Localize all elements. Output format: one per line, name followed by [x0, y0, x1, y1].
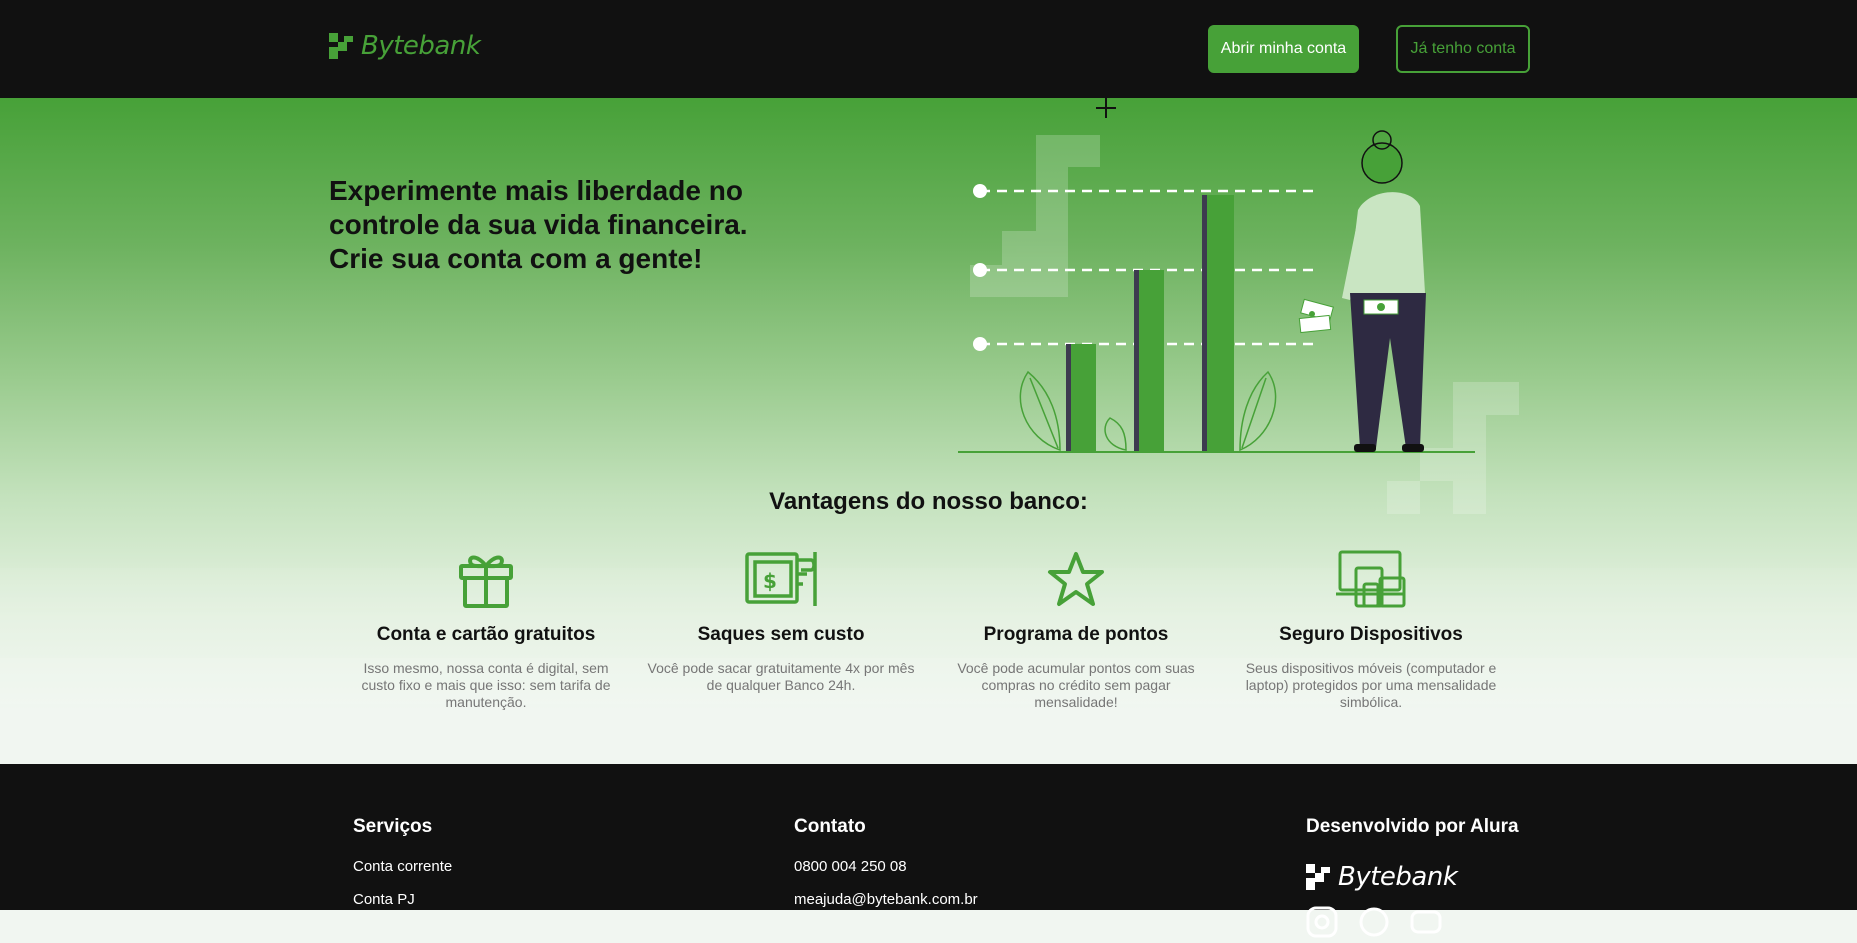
gift-icon: [459, 555, 513, 608]
feature-card-device-insurance: Seguro Dispositivos Seus dispositivos mó…: [1231, 548, 1511, 711]
site-footer: Serviços Conta corrente Conta PJ Contato…: [0, 764, 1857, 938]
star-icon: [1048, 552, 1104, 606]
have-account-button[interactable]: Já tenho conta: [1396, 25, 1530, 73]
hero-title: Experimente mais liberdade no controle d…: [329, 174, 789, 276]
feature-title: Programa de pontos: [983, 624, 1169, 645]
bytebank-logo[interactable]: Bytebank: [329, 31, 481, 61]
footer-heading-contact: Contato: [794, 816, 866, 837]
logo-text: Bytebank: [1338, 862, 1458, 892]
bytebank-logo-icon: [1306, 864, 1330, 890]
social-links: [1306, 906, 1519, 943]
background-band: [0, 568, 1857, 608]
open-account-button[interactable]: Abrir minha conta: [1208, 25, 1359, 73]
footer-heading-services: Serviços: [353, 816, 433, 837]
feature-text: Seus dispositivos móveis (computador e l…: [1245, 660, 1497, 710]
youtube-icon[interactable]: [1410, 906, 1442, 943]
hero-title-line: controle da sua vida financeira.: [329, 209, 748, 240]
hero-section: Experimente mais liberdade no controle d…: [0, 98, 1857, 764]
footer-heading-developer: Desenvolvido por Alura: [1306, 816, 1519, 837]
footer-email[interactable]: meajuda@bytebank.com.br: [794, 891, 978, 908]
footer-services: Serviços Conta corrente Conta PJ: [353, 816, 452, 908]
feature-title: Saques sem custo: [697, 624, 865, 645]
feature-text: Você pode sacar gratuitamente 4x por mês…: [647, 660, 915, 693]
footer-developer: Desenvolvido por Alura Bytebank: [1306, 816, 1519, 943]
site-header: Bytebank Abrir minha conta Já tenho cont…: [0, 0, 1857, 98]
svg-text:$: $: [763, 569, 777, 593]
feature-card-free-account: Conta e cartão gratuitos Isso mesmo, nos…: [346, 548, 626, 711]
whatsapp-icon[interactable]: [1358, 906, 1390, 943]
cash-withdraw-icon: $: [745, 552, 817, 606]
feature-card-points: Programa de pontos Você pode acumular po…: [936, 548, 1216, 711]
feature-title: Seguro Dispositivos: [1279, 624, 1463, 645]
devices-icon: [1336, 550, 1406, 608]
logo-text: Bytebank: [361, 31, 481, 61]
advantages-title: Vantagens do nosso banco:: [769, 488, 1088, 515]
feature-text: Isso mesmo, nossa conta é digital, sem c…: [361, 660, 611, 710]
crosshair-cursor-icon: [1096, 98, 1116, 118]
footer-link-business-account[interactable]: Conta PJ: [353, 891, 452, 908]
footer-contact: Contato 0800 004 250 08 meajuda@bytebank…: [794, 816, 978, 908]
hero-title-line: Experimente mais liberdade no: [329, 175, 743, 206]
feature-title: Conta e cartão gratuitos: [376, 624, 596, 645]
hero-title-line: Crie sua conta com a gente!: [329, 243, 703, 274]
footer-bytebank-logo[interactable]: Bytebank: [1306, 862, 1519, 892]
footer-phone[interactable]: 0800 004 250 08: [794, 858, 978, 875]
finance-growth-illustration: [958, 130, 1519, 514]
background-band: [0, 658, 1857, 704]
feature-text: Você pode acumular pontos com suas compr…: [957, 660, 1195, 710]
feature-card-withdrawals: $ Saques sem custo Você pode sacar gratu…: [641, 548, 921, 694]
footer-link-checking[interactable]: Conta corrente: [353, 858, 452, 875]
bytebank-logo-icon: [329, 33, 353, 59]
instagram-icon[interactable]: [1306, 906, 1338, 943]
